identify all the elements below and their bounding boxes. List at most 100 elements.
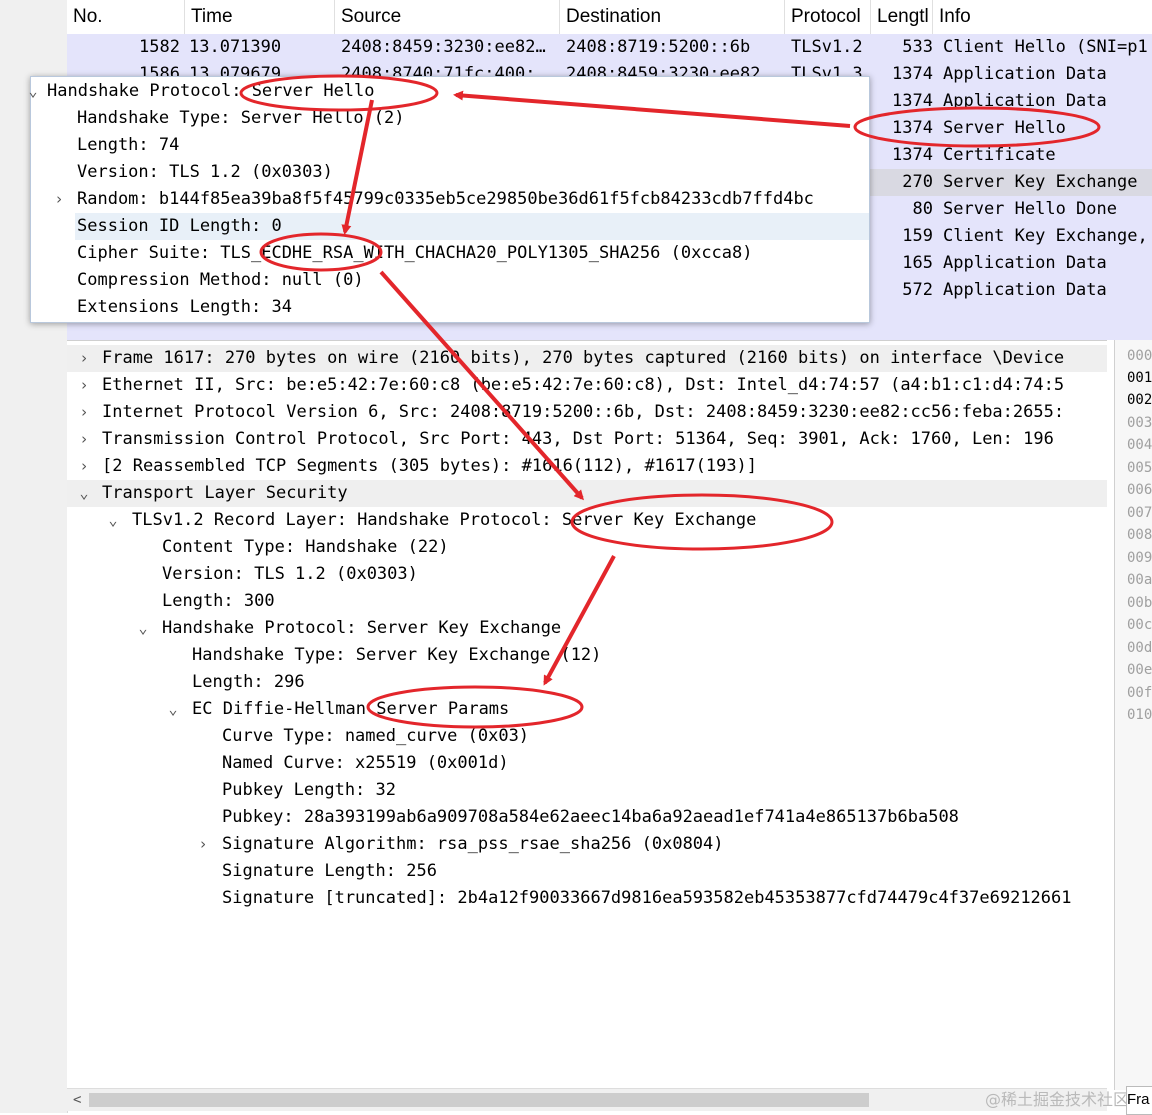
- cell-no: 1582: [139, 37, 180, 57]
- popup-compression-method: Compression Method: null (0): [77, 270, 364, 290]
- horizontal-scrollbar[interactable]: <: [67, 1088, 1107, 1111]
- column-headers: No. Time Source Destination Protocol Len…: [67, 0, 1152, 35]
- tree-ethernet[interactable]: Ethernet II, Src: be:e5:42:7e:60:c8 (be:…: [102, 372, 1064, 399]
- cell-length: 80: [912, 199, 933, 219]
- field-signature[interactable]: Signature [truncated]: 2b4a12f90033667d9…: [222, 885, 1072, 912]
- cell-length: 1374: [892, 91, 933, 111]
- field-handshake-length[interactable]: Length: 296: [192, 669, 305, 696]
- cell-info: Application Data: [943, 64, 1107, 84]
- cell-length: 165: [902, 253, 933, 273]
- byte-offset: 010: [1127, 707, 1152, 723]
- byte-offset: 00c: [1127, 617, 1152, 633]
- cell-info: Application Data: [943, 253, 1107, 273]
- byte-offset: 003: [1127, 415, 1152, 431]
- col-length[interactable]: Lengtl: [871, 0, 933, 34]
- chevron-right-icon[interactable]: ›: [76, 372, 92, 399]
- tree-handshake[interactable]: Handshake Protocol: Server Key Exchange: [162, 615, 561, 642]
- popup-session-id-length: Session ID Length: 0: [77, 216, 282, 236]
- cell-info: Application Data: [943, 280, 1107, 300]
- popup-handshake-protocol: Handshake Protocol: Server Hello: [47, 81, 375, 101]
- popup-cipher-suite: Cipher Suite: TLS_ECDHE_RSA_WITH_CHACHA2…: [77, 243, 753, 263]
- cell-time: 13.071390: [189, 37, 282, 57]
- popup-extensions-length: Extensions Length: 34: [77, 297, 292, 317]
- popup-version: Version: TLS 1.2 (0x0303): [77, 162, 333, 182]
- popup-length: Length: 74: [77, 135, 180, 155]
- chevron-down-icon: ⌄: [28, 82, 38, 100]
- field-signature-length[interactable]: Signature Length: 256: [222, 858, 437, 885]
- byte-offset: 00a: [1127, 572, 1152, 588]
- chevron-right-icon[interactable]: ›: [76, 399, 92, 426]
- packet-row[interactable]: 1582 13.071390 2408:8459:3230:ee82… 2408…: [67, 34, 1152, 61]
- tab-frame[interactable]: Fra: [1126, 1086, 1152, 1115]
- byte-offset: 002: [1127, 392, 1152, 408]
- cell-info: Client Hello (SNI=p1: [943, 37, 1148, 57]
- cell-length: 270: [902, 172, 933, 192]
- col-info[interactable]: Info: [933, 0, 1152, 34]
- col-time[interactable]: Time: [185, 0, 335, 34]
- cell-info: Certificate: [943, 145, 1056, 165]
- cell-length: 159: [902, 226, 933, 246]
- byte-offset: 00d: [1127, 640, 1152, 656]
- packet-details-pane[interactable]: › Frame 1617: 270 bytes on wire (2160 bi…: [67, 340, 1107, 1091]
- chevron-down-icon[interactable]: ⌄: [76, 480, 92, 507]
- cell-length: 1374: [892, 118, 933, 138]
- chevron-right-icon[interactable]: ›: [195, 831, 211, 858]
- byte-offset: 004: [1127, 437, 1152, 453]
- tree-frame[interactable]: Frame 1617: 270 bytes on wire (2160 bits…: [102, 345, 1064, 372]
- byte-offset: 006: [1127, 482, 1152, 498]
- chevron-right-icon[interactable]: ›: [76, 453, 92, 480]
- chevron-down-icon[interactable]: ⌄: [105, 507, 121, 534]
- scrollbar-thumb[interactable]: [89, 1093, 869, 1107]
- cell-length: 1374: [892, 64, 933, 84]
- byte-offset: 008: [1127, 527, 1152, 543]
- watermark: @稀土掘金技术社区: [985, 1090, 1130, 1109]
- tree-signature-algorithm[interactable]: Signature Algorithm: rsa_pss_rsae_sha256…: [222, 831, 724, 858]
- col-no[interactable]: No.: [67, 0, 185, 34]
- byte-offset: 00f: [1127, 685, 1152, 701]
- server-hello-popup: ⌄ Handshake Protocol: Server Hello Hands…: [28, 76, 870, 323]
- tree-tcp[interactable]: Transmission Control Protocol, Src Port:…: [102, 426, 1054, 453]
- cell-length: 1374: [892, 145, 933, 165]
- chevron-right-icon[interactable]: ›: [76, 345, 92, 372]
- field-pubkey[interactable]: Pubkey: 28a393199ab6a909708a584e62aeec14…: [222, 804, 959, 831]
- byte-offset: 001: [1127, 370, 1152, 386]
- col-destination[interactable]: Destination: [560, 0, 785, 34]
- chevron-down-icon[interactable]: ⌄: [165, 696, 181, 723]
- field-named-curve[interactable]: Named Curve: x25519 (0x001d): [222, 750, 509, 777]
- cell-info: Server Hello Done: [943, 199, 1117, 219]
- tree-ecdh-params[interactable]: EC Diffie-Hellman Server Params: [192, 696, 509, 723]
- cell-info: Client Key Exchange,: [943, 226, 1148, 246]
- tree-ipv6[interactable]: Internet Protocol Version 6, Src: 2408:8…: [102, 399, 1064, 426]
- field-curve-type[interactable]: Curve Type: named_curve (0x03): [222, 723, 529, 750]
- tree-reassembled[interactable]: [2 Reassembled TCP Segments (305 bytes):…: [102, 453, 757, 480]
- byte-offset: 000: [1127, 348, 1152, 364]
- byte-offset: 007: [1127, 505, 1152, 521]
- byte-offset: 009: [1127, 550, 1152, 566]
- chevron-down-icon[interactable]: ⌄: [135, 615, 151, 642]
- chevron-right-icon[interactable]: ›: [76, 426, 92, 453]
- popup-random: Random: b144f85ea39ba8f5f45799c0335eb5ce…: [77, 189, 814, 209]
- popup-handshake-type: Handshake Type: Server Hello (2): [77, 108, 405, 128]
- tree-tls[interactable]: Transport Layer Security: [102, 480, 348, 507]
- field-handshake-type[interactable]: Handshake Type: Server Key Exchange (12): [192, 642, 601, 669]
- field-content-type[interactable]: Content Type: Handshake (22): [162, 534, 449, 561]
- byte-offset: 00e: [1127, 662, 1152, 678]
- cell-length: 572: [902, 280, 933, 300]
- byte-offset: 005: [1127, 460, 1152, 476]
- col-protocol[interactable]: Protocol: [785, 0, 871, 34]
- packet-bytes-pane[interactable]: 000 001 002 003 004 005 006 007 008 009 …: [1114, 340, 1152, 1090]
- field-version[interactable]: Version: TLS 1.2 (0x0303): [162, 561, 418, 588]
- cell-info: Application Data: [943, 91, 1107, 111]
- field-pubkey-length[interactable]: Pubkey Length: 32: [222, 777, 396, 804]
- cell-destination: 2408:8719:5200::6b: [566, 37, 751, 57]
- byte-offset: 00b: [1127, 595, 1152, 611]
- tree-tls-record[interactable]: TLSv1.2 Record Layer: Handshake Protocol…: [132, 507, 756, 534]
- cell-info: Server Hello: [943, 118, 1066, 138]
- cell-info: Server Key Exchange: [943, 172, 1138, 192]
- scroll-left-icon[interactable]: <: [73, 1089, 81, 1111]
- chevron-right-icon: ›: [54, 190, 64, 208]
- cell-length: 533: [902, 37, 933, 57]
- field-length[interactable]: Length: 300: [162, 588, 275, 615]
- col-source[interactable]: Source: [335, 0, 560, 34]
- cell-source: 2408:8459:3230:ee82…: [341, 37, 546, 57]
